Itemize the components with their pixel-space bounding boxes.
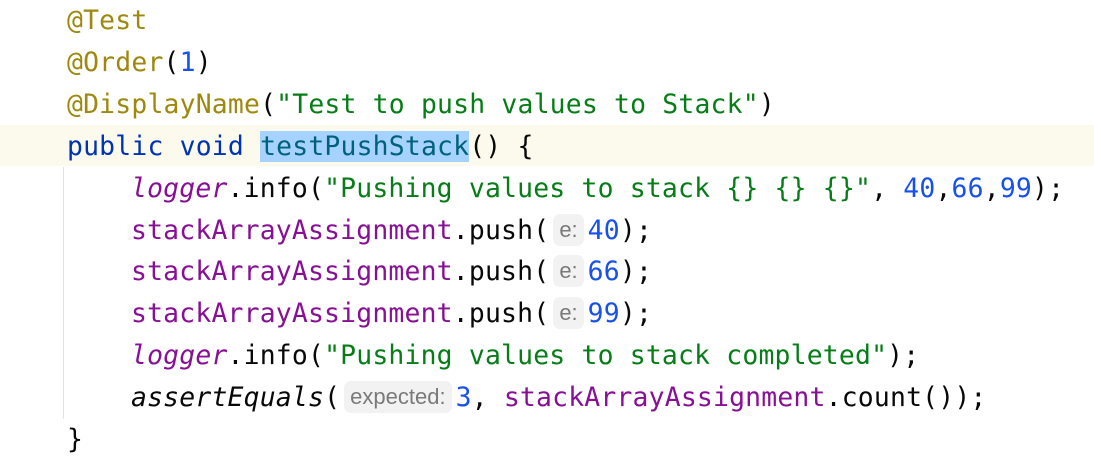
code-line[interactable]: stackArrayAssignment.push(e: 66); [131,251,652,293]
code-line[interactable]: @DisplayName("Test to push values to Sta… [67,84,775,126]
code-line[interactable]: @Order(1) [67,42,212,84]
code-token: 99 [587,298,620,330]
code-line[interactable]: @Test [67,0,147,42]
code-token: .push( [452,298,550,330]
code-token: @Test [67,5,148,36]
code-token: "Pushing values to stack {} {} {}" [324,172,872,204]
code-token: ( [324,382,341,414]
selected-method-name: testPushStack [260,130,470,162]
code-line[interactable]: logger.info("Pushing values to stack com… [131,335,919,377]
code-token: stackArrayAssignment [131,214,453,246]
code-token: .info( [227,172,325,204]
code-token: 3 [455,382,472,414]
code-token: , [983,172,1000,204]
code-token: public void [67,130,261,162]
code-token: @DisplayName [67,88,261,120]
code-token: , [871,172,904,204]
code-line[interactable]: logger.info("Pushing values to stack {} … [131,168,1064,210]
inlay-parameter-hint: e: [553,255,584,288]
code-token: ) [758,88,775,120]
code-token: ); [619,256,653,288]
code-token: logger [131,340,228,372]
code-token: ); [619,214,653,246]
code-token: .info( [227,340,325,372]
indent-guide [63,167,64,419]
code-token: "Pushing values to stack completed" [324,340,888,372]
code-line[interactable]: stackArrayAssignment.push(e: 99); [131,293,652,335]
code-token: stackArrayAssignment [131,298,453,330]
code-token: .push( [452,214,550,246]
code-token: "Test to push values to Stack" [276,88,759,120]
code-token: .push( [452,256,550,288]
code-token: stackArrayAssignment [131,256,453,288]
code-line[interactable]: stackArrayAssignment.push(e: 40); [131,210,652,252]
code-token: ); [1032,172,1065,204]
code-editor[interactable]: @Test @Order(1) @DisplayName("Test to push… [0,0,1094,468]
code-token: ) [195,46,212,78]
code-token: () { [469,130,534,162]
code-token: 40 [903,172,936,204]
code-token: 66 [587,256,620,288]
code-token: , [935,172,952,204]
code-token: ); [619,298,653,330]
code-token: stackArrayAssignment [503,382,826,414]
code-token: logger [131,172,228,204]
code-token: } [67,424,84,455]
code-token: , [471,382,504,414]
code-token: assertEquals [131,382,325,414]
code-token: 40 [587,214,620,246]
inlay-parameter-hint: e: [553,297,584,330]
code-token: 66 [951,172,984,204]
code-token: 1 [179,46,196,78]
code-token: ( [163,46,180,78]
code-token: .count()); [825,382,987,414]
code-token: ); [887,340,920,372]
code-line[interactable]: } [67,419,83,461]
code-line[interactable]: assertEquals(expected: 3, stackArrayAssig… [131,377,987,419]
inlay-parameter-hint: e: [553,213,584,246]
code-token: @Order [67,46,164,78]
code-token: 99 [999,172,1033,204]
inlay-parameter-hint: expected: [344,381,452,414]
code-line[interactable]: public void testPushStack() { [67,126,534,168]
code-token: ( [260,88,277,120]
